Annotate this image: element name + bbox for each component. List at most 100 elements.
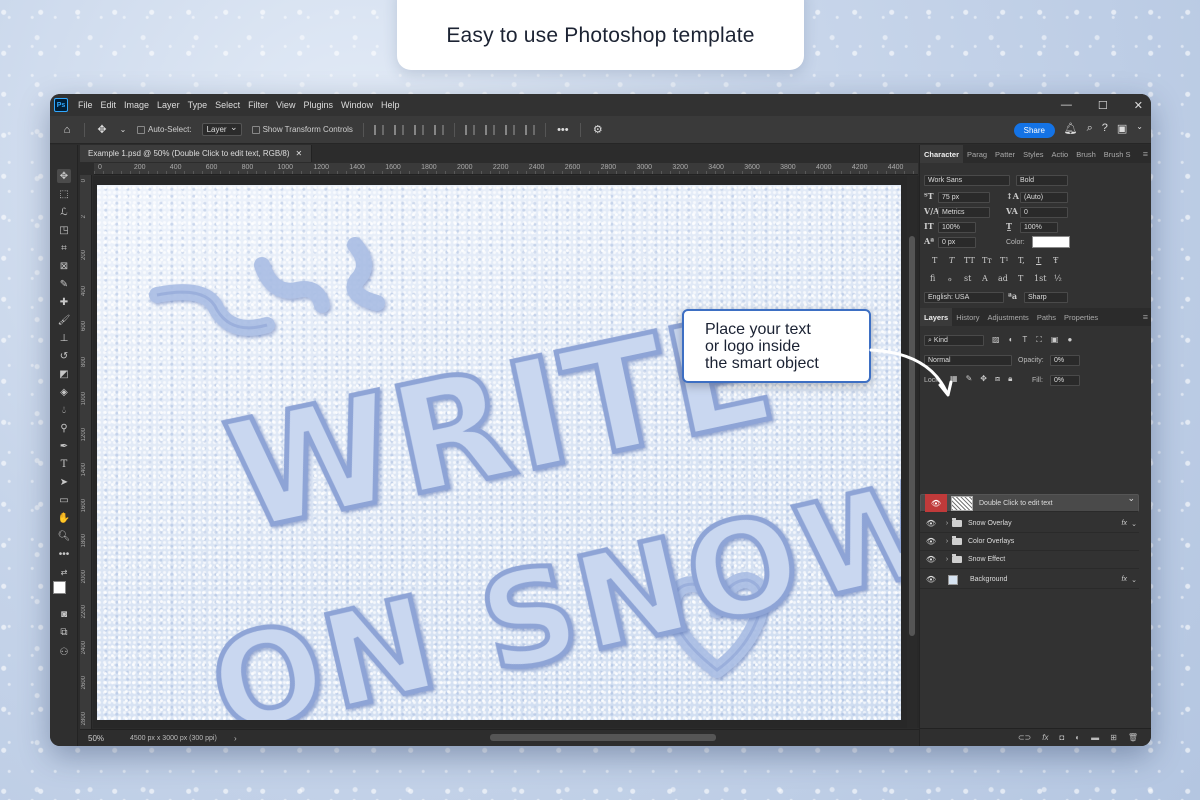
layer-row[interactable]: 👁︎ Background fx ⌄ <box>920 571 1139 589</box>
baseline-shift-field[interactable]: 0 px <box>938 237 976 248</box>
menu-image[interactable]: Image <box>120 100 153 110</box>
strikethrough-icon[interactable]: Ŧ <box>1053 256 1058 265</box>
fx-icon[interactable]: fx <box>1042 733 1048 742</box>
settings-gear-icon[interactable]: ⚙ <box>591 123 605 137</box>
history-brush-tool-icon[interactable]: ↺ <box>57 349 71 363</box>
tab-history[interactable]: History <box>952 308 983 326</box>
crop-tool-icon[interactable]: ⌗ <box>57 241 71 255</box>
panel-menu-icon[interactable]: ≡ <box>1143 149 1148 159</box>
workspace-icon[interactable]: ▣ <box>1117 122 1127 135</box>
dodge-tool-icon[interactable]: ⚲ <box>57 421 71 435</box>
lock-image-icon[interactable]: ✎ <box>966 374 973 384</box>
vertical-scale-field[interactable]: 100% <box>938 222 976 233</box>
visibility-eye-icon[interactable]: 👁︎ <box>920 551 942 569</box>
font-style-select[interactable]: Bold <box>1016 175 1068 186</box>
minimize-icon[interactable]: — <box>1061 99 1072 111</box>
tab-properties[interactable]: Properties <box>1060 308 1102 326</box>
more-options-icon[interactable]: ••• <box>556 123 570 137</box>
menu-type[interactable]: Type <box>184 100 212 110</box>
eraser-tool-icon[interactable]: ◩ <box>57 367 71 381</box>
tab-paths[interactable]: Paths <box>1033 308 1060 326</box>
pen-tool-icon[interactable]: ✒ <box>57 439 71 453</box>
tab-actions[interactable]: Actio <box>1048 145 1073 163</box>
menu-help[interactable]: Help <box>377 100 404 110</box>
screen-mode-icon[interactable]: ⧉ <box>57 625 71 639</box>
scroll-thumb[interactable] <box>909 236 915 636</box>
leading-field[interactable]: (Auto) <box>1020 192 1068 203</box>
share-button[interactable]: Share <box>1013 123 1055 138</box>
subscript-icon[interactable]: T, <box>1018 256 1025 265</box>
visibility-eye-icon[interactable]: 👁︎ <box>925 494 947 512</box>
vertical-scrollbar[interactable] <box>907 176 917 728</box>
horizontal-scale-field[interactable]: 100% <box>1020 222 1058 233</box>
eyedropper-tool-icon[interactable]: ✎ <box>57 277 71 291</box>
layer-row[interactable]: 👁︎ › Color Overlays <box>920 533 1139 551</box>
tab-adjustments[interactable]: Adjustments <box>984 308 1033 326</box>
titling-alternates-icon[interactable]: T <box>1018 274 1023 283</box>
align-top-icon[interactable] <box>464 124 475 135</box>
tab-brush[interactable]: Brush <box>1072 145 1100 163</box>
all-caps-icon[interactable]: TT <box>964 256 975 265</box>
marquee-tool-icon[interactable]: ⬚ <box>57 187 71 201</box>
lock-artboard-icon[interactable]: ⧈ <box>995 374 1000 384</box>
filter-shape-icon[interactable]: ⛶ <box>1036 335 1042 345</box>
quick-mask-icon[interactable]: ◙ <box>57 607 71 621</box>
tab-patterns[interactable]: Patter <box>991 145 1019 163</box>
filter-toggle-icon[interactable]: ● <box>1067 335 1072 345</box>
fill-field[interactable]: 0% <box>1050 375 1080 386</box>
search-icon[interactable]: ⌕ <box>1087 122 1093 135</box>
close-tab-icon[interactable]: ✕ <box>296 149 303 158</box>
panel-menu-icon[interactable]: ≡ <box>1143 312 1148 322</box>
font-size-field[interactable]: 75 px <box>938 192 990 203</box>
object-select-tool-icon[interactable]: ◳ <box>57 223 71 237</box>
antialias-select[interactable]: Sharp <box>1024 292 1068 303</box>
link-layers-icon[interactable]: ⊂⊃ <box>1018 733 1031 742</box>
faux-bold-icon[interactable]: T <box>932 256 937 265</box>
visibility-eye-icon[interactable]: 👁︎ <box>920 515 942 533</box>
rectangle-tool-icon[interactable]: ▭ <box>57 493 71 507</box>
superscript-icon[interactable]: T¹ <box>1000 256 1009 265</box>
show-transform-checkbox[interactable]: Show Transform Controls <box>251 125 353 134</box>
paint-bucket-tool-icon[interactable]: ◈ <box>57 385 71 399</box>
tab-character[interactable]: Character <box>920 145 964 163</box>
frame-tool-icon[interactable]: ⊠ <box>57 259 71 273</box>
adjustment-layer-icon[interactable]: ◐ <box>1075 733 1080 742</box>
small-caps-icon[interactable]: Tт <box>982 256 992 265</box>
notifications-bell-icon[interactable]: 🔔︎ <box>1064 122 1078 135</box>
healing-brush-tool-icon[interactable]: ✚ <box>57 295 71 309</box>
artboard[interactable]: WRITE ON SNOW <box>97 185 901 720</box>
new-group-icon[interactable]: ▬ <box>1091 733 1099 742</box>
chevron-down-icon[interactable]: ⌄ <box>119 123 127 137</box>
path-selection-tool-icon[interactable]: ➤ <box>57 475 71 489</box>
swash-icon[interactable]: A <box>982 274 988 283</box>
filter-pixel-icon[interactable]: ▨ <box>992 335 1000 345</box>
align-middle-icon[interactable] <box>484 124 495 135</box>
delete-layer-icon[interactable]: 🗑︎ <box>1128 733 1138 742</box>
align-center-icon[interactable] <box>393 124 404 135</box>
contextual-alternates-icon[interactable]: ℴ <box>948 274 952 283</box>
move-tool-icon[interactable]: ✥ <box>95 123 109 137</box>
menu-edit[interactable]: Edit <box>97 100 121 110</box>
menu-plugins[interactable]: Plugins <box>299 100 337 110</box>
chevron-right-icon[interactable]: › <box>234 734 237 743</box>
align-left-icon[interactable] <box>373 124 384 135</box>
lasso-tool-icon[interactable]: ℒ <box>57 205 71 219</box>
hand-tool-icon[interactable]: ✋ <box>57 511 71 525</box>
expand-chevron-icon[interactable]: › <box>942 556 952 563</box>
horizontal-scrollbar[interactable] <box>490 734 716 741</box>
stylistic-alternates-icon[interactable]: ad <box>998 274 1008 283</box>
clone-stamp-tool-icon[interactable]: ⊥ <box>57 331 71 345</box>
chevron-down-icon[interactable]: ⌄ <box>1131 520 1137 528</box>
align-bottom-icon[interactable] <box>504 124 515 135</box>
fractions-icon[interactable]: ½ <box>1054 274 1062 283</box>
menu-select[interactable]: Select <box>211 100 244 110</box>
auto-select-dropdown[interactable]: Layer <box>201 122 242 136</box>
faux-italic-icon[interactable]: T <box>949 256 954 265</box>
opacity-field[interactable]: 0% <box>1050 355 1080 366</box>
font-family-select[interactable]: Work Sans <box>924 175 1010 186</box>
share-people-icon[interactable]: ⚇ <box>57 645 71 659</box>
layer-effects-icon[interactable]: fx <box>1122 576 1127 583</box>
underline-icon[interactable]: T <box>1036 256 1041 265</box>
expand-chevron-icon[interactable]: › <box>942 520 952 527</box>
new-layer-icon[interactable]: ⊞ <box>1110 733 1117 742</box>
